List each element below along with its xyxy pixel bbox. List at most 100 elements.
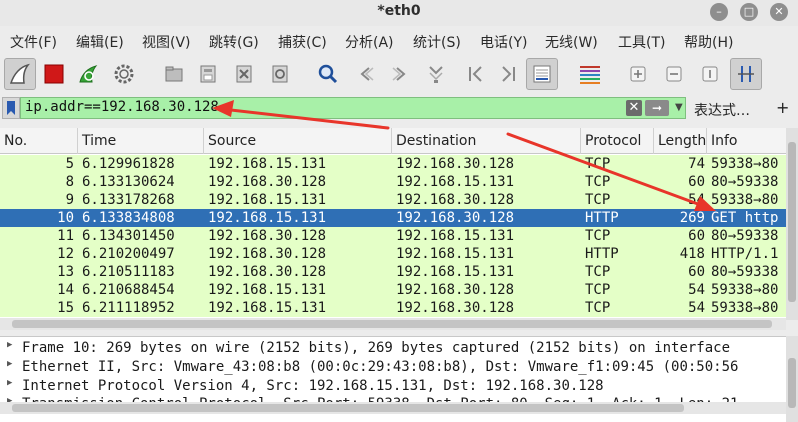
menu-edit[interactable]: 编辑(E) (76, 32, 124, 52)
cell-destination: 192.168.15.131 (396, 174, 515, 190)
column-header-protocol[interactable]: Protocol (581, 128, 654, 154)
cell-protocol: TCP (585, 174, 611, 190)
detail-text: Internet Protocol Version 4, Src: 192.16… (22, 378, 604, 394)
packet-row[interactable]: 15 6.211118952 192.168.15.131 192.168.30.12… (0, 299, 786, 317)
stop-icon[interactable] (38, 58, 70, 90)
packet-row[interactable]: 11 6.134301450 192.168.30.128 192.168.15.13… (0, 227, 786, 245)
menu-telephony[interactable]: 电话(Y) (480, 32, 527, 52)
cell-info: GET http (711, 210, 779, 226)
packet-list-header: No. Time Source Destination Protocol Len… (0, 128, 786, 154)
go-back-icon[interactable] (350, 58, 382, 90)
detail-row-frame[interactable]: ▶ Frame 10: 269 bytes on wire (2152 bits… (0, 339, 786, 358)
first-packet-icon[interactable] (460, 58, 492, 90)
filter-bookmark-icon[interactable] (2, 97, 20, 119)
resize-columns-icon[interactable] (730, 58, 762, 90)
column-header-length[interactable]: Length (654, 128, 707, 154)
zoom-in-icon[interactable] (622, 58, 654, 90)
cell-info: 80→59338 (711, 174, 779, 190)
packet-row[interactable]: 12 6.210200497 192.168.30.128 192.168.15.13… (0, 245, 786, 263)
cell-destination: 192.168.30.128 (396, 282, 515, 298)
minimize-icon[interactable]: – (710, 3, 728, 21)
save-icon[interactable] (192, 58, 224, 90)
menu-tools[interactable]: 工具(T) (618, 32, 665, 52)
cell-source: 192.168.30.128 (208, 174, 327, 190)
packet-list-vscrollbar[interactable] (786, 128, 798, 320)
menu-help[interactable]: 帮助(H) (684, 32, 733, 52)
packet-row[interactable]: 13 6.210511183 192.168.30.128 192.168.15.13… (0, 263, 786, 281)
zoom-out-icon[interactable] (658, 58, 690, 90)
go-forward-icon[interactable] (384, 58, 416, 90)
menu-go[interactable]: 跳转(G) (209, 32, 259, 52)
menu-statistics[interactable]: 统计(S) (413, 32, 461, 52)
cell-protocol: TCP (585, 264, 611, 280)
cell-no: 5 (65, 156, 74, 172)
column-header-destination[interactable]: Destination (392, 128, 581, 154)
cell-protocol: TCP (585, 282, 611, 298)
colorize-icon[interactable] (574, 58, 606, 90)
packet-row[interactable]: 5 6.129961828 192.168.15.131 192.168.30.128… (0, 155, 786, 173)
last-packet-icon[interactable] (492, 58, 524, 90)
packet-row[interactable]: 8 6.133130624 192.168.30.128 192.168.15.131… (0, 173, 786, 191)
cell-length: 60 (688, 228, 705, 244)
add-filter-button[interactable]: + (776, 98, 789, 117)
detail-row-ethernet[interactable]: ▶ Ethernet II, Src: Vmware_43:08:b8 (00:… (0, 358, 786, 377)
column-header-no[interactable]: No. (0, 128, 78, 154)
cell-no: 14 (57, 282, 74, 298)
search-icon[interactable] (312, 58, 344, 90)
menu-capture[interactable]: 捕获(C) (278, 32, 327, 52)
detail-text: Ethernet II, Src: Vmware_43:08:b8 (00:0c… (22, 359, 739, 375)
normal-size-icon[interactable] (694, 58, 726, 90)
go-to-packet-icon[interactable] (420, 58, 452, 90)
menu-view[interactable]: 视图(V) (142, 32, 191, 52)
menu-file[interactable]: 文件(F) (10, 32, 57, 52)
expand-arrow-icon[interactable]: ▶ (7, 378, 12, 388)
apply-filter-icon[interactable]: ➞ (645, 100, 669, 116)
cell-length: 60 (688, 174, 705, 190)
close-icon[interactable]: ✕ (770, 3, 788, 21)
menu-wireless[interactable]: 无线(W) (545, 32, 598, 52)
cell-protocol: TCP (585, 300, 611, 316)
column-header-source[interactable]: Source (204, 128, 392, 154)
details-hscrollbar[interactable] (0, 402, 786, 414)
filter-expression-button[interactable]: 表达式… (694, 100, 750, 120)
expand-arrow-icon[interactable]: ▶ (7, 359, 12, 369)
scroll-thumb[interactable] (788, 142, 796, 302)
filter-history-dropdown-icon[interactable]: ▼ (675, 102, 683, 113)
cell-time: 6.210511183 (82, 264, 175, 280)
expand-arrow-icon[interactable]: ▶ (7, 340, 12, 350)
cell-time: 6.133130624 (82, 174, 175, 190)
packet-list-hscrollbar[interactable] (0, 318, 786, 330)
cell-source: 192.168.15.131 (208, 156, 327, 172)
display-filter-bar: ip.addr==192.168.30.128 ✕ ➞ ▼ 表达式… + (0, 96, 798, 122)
maximize-icon[interactable]: □ (740, 3, 758, 21)
shark-fin-start-icon[interactable] (4, 58, 36, 90)
cell-time: 6.134301450 (82, 228, 175, 244)
cell-time: 6.133834808 (82, 210, 175, 226)
cell-info: 59338→80 (711, 282, 779, 298)
column-header-info[interactable]: Info (707, 128, 786, 154)
detail-row-ipv4[interactable]: ▶ Internet Protocol Version 4, Src: 192.… (0, 377, 786, 396)
clear-filter-icon[interactable]: ✕ (626, 100, 642, 116)
options-gear-icon[interactable] (108, 58, 140, 90)
close-file-icon[interactable] (228, 58, 260, 90)
cell-info: 59338→80 (711, 192, 779, 208)
display-filter-input[interactable]: ip.addr==192.168.30.128 (20, 97, 686, 119)
cell-length: 54 (688, 300, 705, 316)
packet-row[interactable]: 10 6.133834808 192.168.15.131 192.168.30.12… (0, 209, 786, 227)
cell-protocol: HTTP (585, 210, 619, 226)
restart-icon[interactable] (72, 58, 104, 90)
column-header-time[interactable]: Time (78, 128, 204, 154)
detail-text: Frame 10: 269 bytes on wire (2152 bits),… (22, 340, 731, 356)
cell-source: 192.168.15.131 (208, 282, 327, 298)
details-vscrollbar[interactable] (786, 336, 798, 422)
packet-row[interactable]: 9 6.133178268 192.168.15.131 192.168.30.128… (0, 191, 786, 209)
scroll-thumb[interactable] (12, 404, 684, 412)
reload-icon[interactable] (264, 58, 296, 90)
cell-source: 192.168.30.128 (208, 228, 327, 244)
scroll-thumb[interactable] (788, 358, 796, 408)
autoscroll-icon[interactable] (526, 58, 558, 90)
scroll-thumb[interactable] (12, 320, 772, 328)
open-folder-icon[interactable] (158, 58, 190, 90)
packet-row[interactable]: 14 6.210688454 192.168.15.131 192.168.30.12… (0, 281, 786, 299)
menu-analyze[interactable]: 分析(A) (345, 32, 394, 52)
